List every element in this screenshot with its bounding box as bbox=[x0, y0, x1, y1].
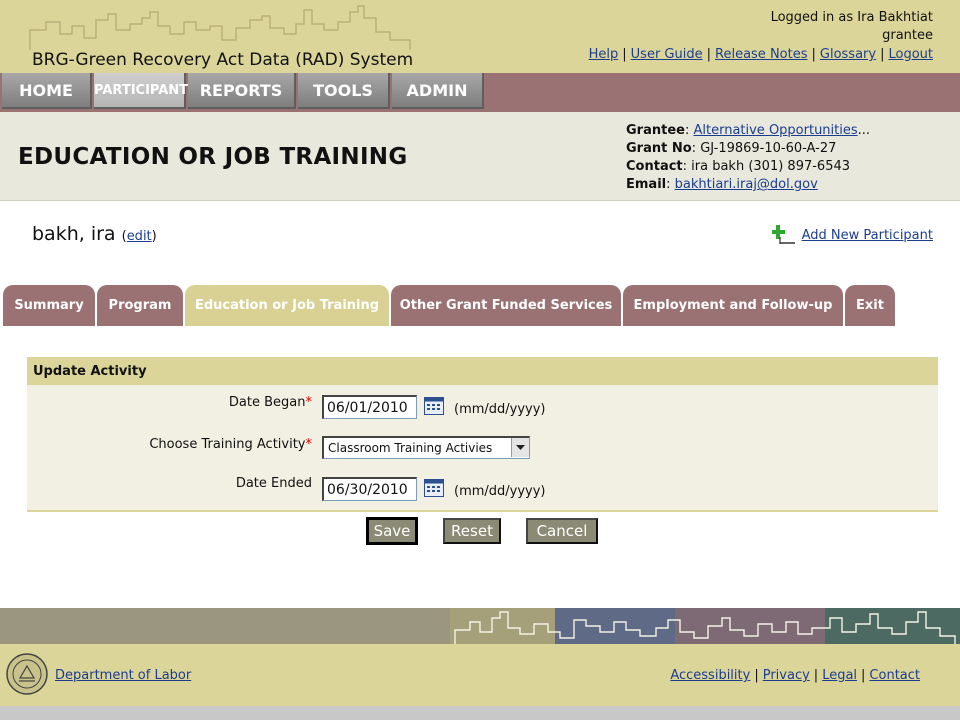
page-title: EDUCATION OR JOB TRAINING bbox=[18, 144, 408, 170]
nav-participants[interactable]: PARTICIPANTS bbox=[94, 73, 197, 109]
training-activity-label: Choose Training Activity* bbox=[149, 437, 312, 452]
nav-reports[interactable]: REPORTS bbox=[188, 73, 296, 109]
grant-info: Grantee: Alternative Opportunities... Gr… bbox=[626, 123, 871, 192]
training-activity-value: Classroom Training Activies bbox=[328, 441, 493, 455]
dol-seal-icon bbox=[6, 653, 48, 695]
main-content: bakh, ira (edit) Add New Participant Sum… bbox=[0, 201, 960, 608]
accessibility-link[interactable]: Accessibility bbox=[670, 668, 750, 683]
calendar-icon[interactable] bbox=[424, 479, 444, 497]
privacy-link[interactable]: Privacy bbox=[763, 668, 810, 683]
app-header: BRG-Green Recovery Act Data (RAD) System… bbox=[0, 0, 960, 73]
panel-title: Update Activity bbox=[27, 357, 938, 385]
tab-other-grant-funded-services[interactable]: Other Grant Funded Services bbox=[391, 285, 621, 326]
logout-link[interactable]: Logout bbox=[888, 47, 933, 62]
contact-label: Contact bbox=[626, 159, 683, 174]
user-guide-link[interactable]: User Guide bbox=[631, 47, 703, 62]
department-of-labor-link[interactable]: Department of Labor bbox=[55, 668, 191, 683]
save-button[interactable]: Save bbox=[366, 517, 418, 545]
panel-divider bbox=[27, 510, 938, 512]
tab-exit[interactable]: Exit bbox=[845, 285, 895, 326]
grantee-label: Grantee bbox=[626, 123, 685, 138]
release-notes-link[interactable]: Release Notes bbox=[715, 47, 807, 62]
footer: Department of Labor Accessibility | Privac… bbox=[0, 644, 960, 706]
reset-button[interactable]: Reset bbox=[443, 518, 501, 544]
cancel-button[interactable]: Cancel bbox=[526, 518, 598, 544]
app-title: BRG-Green Recovery Act Data (RAD) System bbox=[32, 50, 414, 70]
update-activity-panel: Update Activity Date Began* 06/01/2010 (… bbox=[27, 357, 938, 512]
training-activity-select[interactable]: Classroom Training Activies bbox=[322, 436, 530, 459]
date-ended-format-hint: (mm/dd/yyyy) bbox=[454, 484, 546, 499]
add-person-icon bbox=[771, 225, 795, 244]
footer-links: Accessibility | Privacy | Legal | Contact bbox=[670, 668, 920, 683]
date-began-format-hint: (mm/dd/yyyy) bbox=[454, 402, 546, 417]
chevron-down-icon[interactable] bbox=[511, 438, 529, 457]
legal-link[interactable]: Legal bbox=[822, 668, 857, 683]
participant-heading: bakh, ira (edit) bbox=[32, 223, 157, 245]
date-ended-input[interactable]: 06/30/2010 bbox=[322, 477, 417, 501]
tab-summary[interactable]: Summary bbox=[3, 285, 95, 326]
page-header: EDUCATION OR JOB TRAINING Grantee: Alter… bbox=[0, 112, 960, 202]
footer-skyline-band bbox=[0, 608, 960, 644]
required-marker: * bbox=[305, 437, 313, 452]
logged-in-text: Logged in as Ira Bakhtiat bbox=[770, 10, 933, 25]
user-role: grantee bbox=[882, 28, 933, 43]
required-marker: * bbox=[305, 395, 313, 410]
grantee-link[interactable]: Alternative Opportunities bbox=[693, 123, 857, 138]
nav-admin[interactable]: ADMIN bbox=[392, 73, 484, 109]
footer-skyline-decoration bbox=[0, 608, 960, 644]
add-participant-action[interactable]: Add New Participant bbox=[771, 224, 933, 246]
main-nav: HOME PARTICIPANTS REPORTS TOOLS ADMIN bbox=[0, 73, 960, 112]
email-label: Email bbox=[626, 177, 667, 192]
nav-tools[interactable]: TOOLS bbox=[298, 73, 390, 109]
help-link[interactable]: Help bbox=[589, 47, 619, 62]
grantee-ellipsis: ... bbox=[857, 123, 871, 138]
add-new-participant-link[interactable]: Add New Participant bbox=[802, 228, 933, 243]
email-link[interactable]: bakhtiari.iraj@dol.gov bbox=[675, 177, 818, 192]
glossary-link[interactable]: Glossary bbox=[820, 47, 876, 62]
top-links: Help | User Guide | Release Notes | Glossary | L… bbox=[588, 47, 933, 62]
grant-no-label: Grant No bbox=[626, 141, 692, 156]
edit-close-paren: ) bbox=[151, 229, 157, 244]
tab-program[interactable]: Program bbox=[97, 285, 183, 326]
contact-link[interactable]: Contact bbox=[869, 668, 920, 683]
skyline-decoration bbox=[29, 5, 411, 50]
contact-value: ira bakh (301) 897-6543 bbox=[691, 159, 851, 174]
date-ended-label: Date Ended bbox=[235, 476, 312, 491]
date-began-label: Date Began* bbox=[228, 395, 313, 410]
participant-name: bakh, ira bbox=[32, 223, 116, 245]
nav-home[interactable]: HOME bbox=[2, 73, 92, 109]
calendar-icon[interactable] bbox=[424, 397, 444, 415]
user-info: Logged in as Ira Bakhtiat grantee bbox=[771, 9, 933, 45]
edit-participant-link[interactable]: edit bbox=[127, 229, 152, 244]
tab-employment-and-follow-up[interactable]: Employment and Follow-up bbox=[623, 285, 843, 326]
grant-no-value: GJ-19869-10-60-A-27 bbox=[700, 141, 837, 156]
date-began-input[interactable]: 06/01/2010 bbox=[322, 395, 417, 419]
tab-education-or-job-training[interactable]: Education or Job Training bbox=[185, 285, 389, 326]
